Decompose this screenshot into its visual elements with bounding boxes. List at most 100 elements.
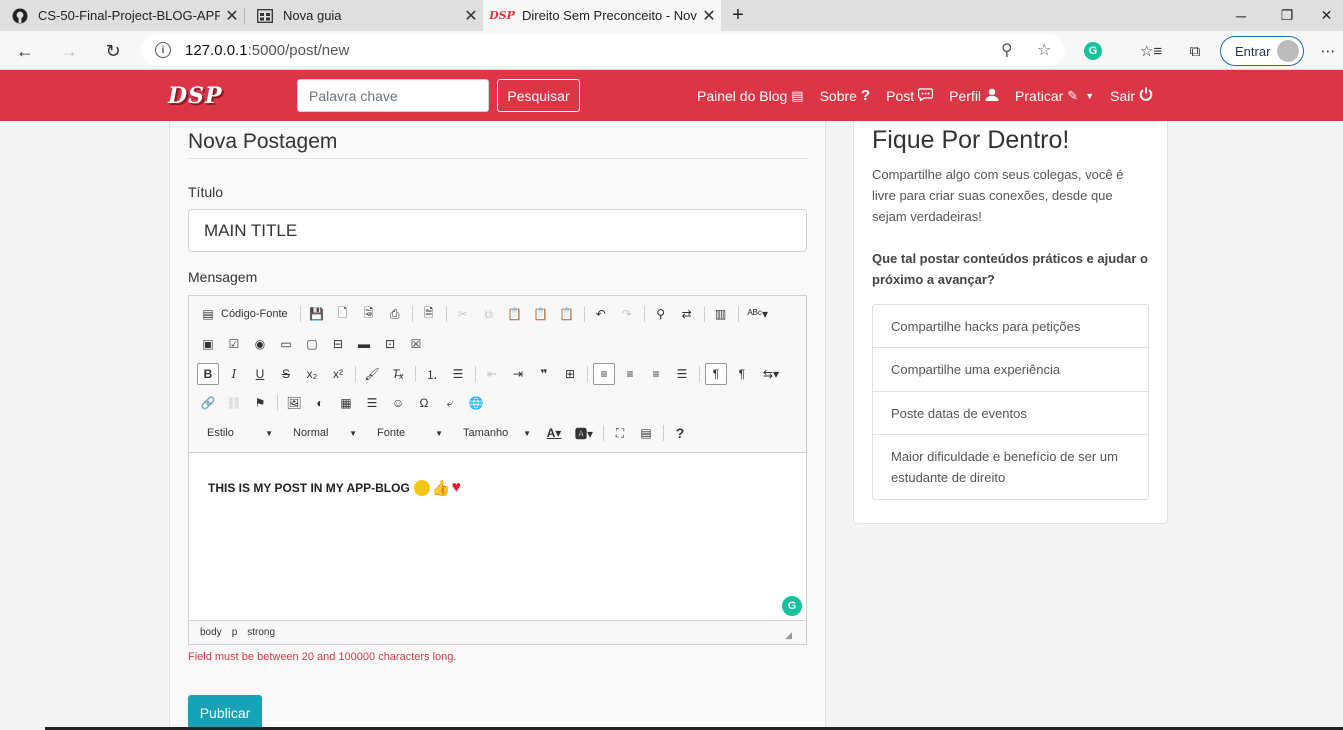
address-bar[interactable]: i 127.0.0.1:5000/post/new ⚲ ☆ bbox=[141, 34, 1065, 66]
tab-new-tab[interactable]: Nova guia ✕ bbox=[245, 0, 483, 31]
page-break-icon[interactable]: ⤶ bbox=[439, 392, 461, 414]
paste-icon[interactable]: 📋 bbox=[504, 303, 526, 325]
copy-icon[interactable]: ⧉ bbox=[478, 303, 500, 325]
subscript-icon[interactable]: x₂ bbox=[301, 363, 323, 385]
paste-word-icon[interactable]: 📋 bbox=[556, 303, 578, 325]
nav-painel-do-blog[interactable]: Painel do Blog ▤ bbox=[697, 88, 804, 104]
cut-icon[interactable]: ✂ bbox=[452, 303, 474, 325]
smiley-icon[interactable]: ☺ bbox=[387, 392, 409, 414]
favorite-star-icon[interactable]: ☆ bbox=[1037, 40, 1051, 60]
list-item[interactable]: Compartilhe hacks para petições bbox=[873, 305, 1148, 348]
bulleted-list-icon[interactable]: ☰ bbox=[447, 363, 469, 385]
close-icon[interactable]: ✕ bbox=[459, 6, 483, 26]
justify-icon[interactable]: ☰ bbox=[671, 363, 693, 385]
bg-color-icon[interactable]: 🅰▾ bbox=[571, 422, 597, 444]
back-arrow-icon[interactable]: ← bbox=[10, 36, 40, 66]
copy-format-icon[interactable]: 🖌 bbox=[361, 363, 383, 385]
align-center-icon[interactable]: ≡ bbox=[619, 363, 641, 385]
tab-dsp-active[interactable]: DSP Direito Sem Preconceito - Novas ✕ bbox=[483, 0, 721, 31]
flash-icon[interactable]: ◐ bbox=[309, 392, 331, 414]
search-button[interactable]: Pesquisar bbox=[497, 79, 580, 112]
horizontal-line-icon[interactable]: ☰ bbox=[361, 392, 383, 414]
table-icon[interactable]: ▦ bbox=[335, 392, 357, 414]
underline-icon[interactable]: U bbox=[249, 363, 271, 385]
tab-github[interactable]: CS-50-Final-Project-BLOG-APP/a ✕ bbox=[0, 0, 244, 31]
title-input[interactable]: MAIN TITLE bbox=[188, 209, 807, 252]
forward-arrow-icon[interactable]: → bbox=[54, 36, 84, 66]
templates-icon[interactable]: 🗎 bbox=[418, 303, 440, 325]
select-field-icon[interactable]: ⊟ bbox=[327, 333, 349, 355]
path-body[interactable]: body bbox=[200, 627, 222, 638]
help-icon[interactable]: ? bbox=[669, 422, 691, 444]
save-icon[interactable]: 💾 bbox=[306, 303, 328, 325]
language-icon[interactable]: ⇆▾ bbox=[757, 363, 785, 385]
div-container-icon[interactable]: ⊞ bbox=[559, 363, 581, 385]
nav-sair[interactable]: Sair bbox=[1110, 87, 1153, 104]
font-combo[interactable]: Fonte ▼ bbox=[367, 422, 449, 444]
outdent-icon[interactable]: ⇤ bbox=[481, 363, 503, 385]
strikethrough-icon[interactable]: S bbox=[275, 363, 297, 385]
style-combo[interactable]: Estilo ▼ bbox=[197, 422, 279, 444]
url-text[interactable]: 127.0.0.1:5000/post/new bbox=[185, 42, 349, 59]
align-right-icon[interactable]: ≡ bbox=[645, 363, 667, 385]
maximize-icon[interactable]: ⛶ bbox=[609, 422, 631, 444]
print-icon[interactable]: ⎙ bbox=[384, 303, 406, 325]
format-combo[interactable]: Normal ▼ bbox=[283, 422, 363, 444]
publish-button[interactable]: Publicar bbox=[188, 695, 262, 730]
nav-perfil[interactable]: Perfil bbox=[949, 88, 999, 104]
radio-icon[interactable]: ◉ bbox=[249, 333, 271, 355]
redo-icon[interactable]: ↷ bbox=[616, 303, 638, 325]
close-icon[interactable]: ✕ bbox=[697, 6, 721, 26]
align-left-icon[interactable]: ≡ bbox=[593, 363, 615, 385]
brand-logo[interactable]: DSP bbox=[168, 83, 223, 109]
size-combo[interactable]: Tamanho ▼ bbox=[453, 422, 537, 444]
nav-praticar-dropdown[interactable]: Praticar ✎ ▼ bbox=[1015, 88, 1094, 104]
textarea-icon[interactable]: ▢ bbox=[301, 333, 323, 355]
blockquote-icon[interactable]: ❞ bbox=[533, 363, 555, 385]
bold-icon[interactable]: B bbox=[197, 363, 219, 385]
replace-icon[interactable]: ⇄ bbox=[676, 303, 698, 325]
image-icon[interactable]: 🖼 bbox=[283, 392, 305, 414]
list-item[interactable]: Poste datas de eventos bbox=[873, 392, 1148, 435]
search-input[interactable]: Palavra chave bbox=[297, 79, 489, 112]
new-tab-button[interactable]: + bbox=[723, 0, 753, 31]
zoom-icon[interactable]: ⚲ bbox=[1001, 40, 1013, 60]
textfield-icon[interactable]: ▭ bbox=[275, 333, 297, 355]
grammarly-extension-icon[interactable]: G bbox=[1082, 40, 1104, 62]
ltr-icon[interactable]: ¶ bbox=[705, 363, 727, 385]
remove-format-icon[interactable]: T̶ₓ bbox=[387, 363, 409, 385]
select-all-icon[interactable]: ▥ bbox=[710, 303, 732, 325]
editor-content-area[interactable]: THIS IS MY POST IN MY APP-BLOG 👍 ♥ G bbox=[189, 452, 806, 620]
grammarly-icon[interactable]: G bbox=[782, 596, 802, 616]
indent-icon[interactable]: ⇥ bbox=[507, 363, 529, 385]
close-icon[interactable]: ✕ bbox=[220, 6, 244, 26]
link-icon[interactable]: 🔗 bbox=[197, 392, 219, 414]
italic-icon[interactable]: I bbox=[223, 363, 245, 385]
nav-post[interactable]: Post bbox=[886, 88, 934, 104]
close-window-button[interactable]: ✕ bbox=[1310, 0, 1343, 31]
form-icon[interactable]: ▣ bbox=[197, 333, 219, 355]
signin-button[interactable]: Entrar bbox=[1220, 36, 1304, 66]
preview-icon[interactable]: 🗟 bbox=[358, 303, 380, 325]
refresh-icon[interactable]: ↻ bbox=[98, 36, 128, 66]
rtl-icon[interactable]: ¶ bbox=[731, 363, 753, 385]
anchor-flag-icon[interactable]: ⚑ bbox=[249, 392, 271, 414]
info-icon[interactable]: i bbox=[155, 42, 171, 58]
new-page-icon[interactable]: 🗋 bbox=[332, 303, 354, 325]
more-menu-icon[interactable]: ⋯ bbox=[1317, 40, 1339, 62]
button-field-icon[interactable]: ▬ bbox=[353, 333, 375, 355]
source-icon[interactable]: ▤ bbox=[197, 303, 219, 325]
minimize-button[interactable]: ─ bbox=[1218, 0, 1264, 31]
unlink-icon[interactable]: ⛓ bbox=[223, 392, 245, 414]
hidden-field-icon[interactable]: ☒ bbox=[405, 333, 427, 355]
collections-icon[interactable]: ⧉ bbox=[1184, 40, 1206, 62]
favorites-icon[interactable]: ☆≡ bbox=[1140, 40, 1162, 62]
image-button-icon[interactable]: ⊡ bbox=[379, 333, 401, 355]
show-blocks-icon[interactable]: ▤ bbox=[635, 422, 657, 444]
paste-text-icon[interactable]: 📋 bbox=[530, 303, 552, 325]
iframe-globe-icon[interactable]: 🌐 bbox=[465, 392, 487, 414]
path-strong[interactable]: strong bbox=[247, 627, 275, 638]
find-icon[interactable]: ⚲ bbox=[650, 303, 672, 325]
text-color-icon[interactable]: A▾ bbox=[541, 422, 567, 444]
list-item[interactable]: Maior dificuldade e benefício de ser um … bbox=[873, 435, 1148, 499]
